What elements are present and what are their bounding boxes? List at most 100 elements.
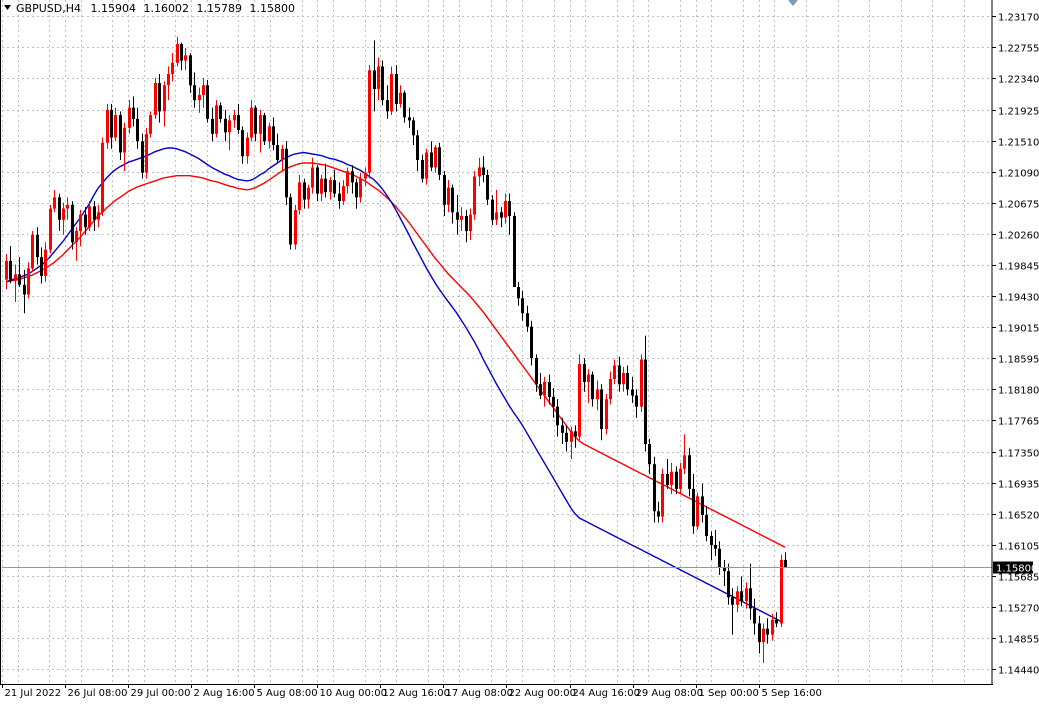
candle: [324, 163, 327, 198]
candle: [578, 354, 581, 441]
ohlc-open: 1.15904: [90, 2, 136, 15]
candle-body: [215, 105, 218, 134]
candle-body: [543, 381, 546, 396]
candle-body: [447, 187, 450, 205]
candle-body: [154, 82, 157, 116]
candle: [381, 60, 384, 106]
candle-body: [228, 120, 231, 133]
candle: [228, 115, 231, 151]
candle-body: [31, 234, 34, 269]
candle: [635, 389, 638, 418]
y-tick-label: 1.16935: [998, 480, 1039, 491]
candle-body: [425, 152, 428, 179]
ohlc-high: 1.16002: [143, 2, 189, 15]
candle: [377, 57, 380, 101]
candle: [500, 207, 503, 228]
x-tick-label: 26 Jul 08:00: [68, 688, 128, 699]
candle: [36, 227, 39, 265]
x-tick-label: 5 Sep 16:00: [762, 688, 822, 699]
candle-body: [526, 313, 529, 327]
candle-body: [44, 249, 47, 276]
x-tick-label: 12 Aug 16:00: [383, 688, 450, 699]
candle: [714, 530, 717, 557]
candle-body: [276, 145, 279, 160]
candle-body: [198, 94, 201, 101]
candle-body: [149, 115, 152, 134]
candle-body: [473, 176, 476, 215]
symbol-menu-icon[interactable]: [4, 5, 11, 10]
candle: [58, 193, 61, 231]
candle-body: [18, 274, 21, 285]
candle-body: [23, 284, 26, 295]
candle-body: [570, 431, 573, 442]
candle: [736, 586, 739, 613]
candle-body: [381, 66, 384, 101]
candle-body: [521, 298, 524, 314]
candle-body: [303, 182, 306, 200]
candle: [460, 207, 463, 231]
candle-body: [386, 100, 389, 112]
candle-body: [718, 548, 721, 568]
candle-body: [171, 62, 174, 75]
candle: [106, 103, 109, 149]
candle-body: [49, 208, 52, 250]
candle: [180, 42, 183, 71]
candle: [443, 171, 446, 217]
candle: [469, 208, 472, 240]
candle: [346, 167, 349, 194]
candle-body: [114, 115, 117, 138]
candle-body: [259, 115, 262, 134]
candle: [250, 100, 253, 142]
candle-body: [316, 167, 319, 194]
candle-body: [364, 172, 367, 179]
candle: [211, 107, 214, 142]
candle: [263, 112, 266, 146]
candle: [233, 109, 236, 128]
candle: [167, 66, 170, 101]
candle-body: [609, 379, 612, 400]
candle: [119, 111, 122, 160]
candle-body: [254, 107, 257, 134]
y-tick-label: 1.17350: [998, 449, 1039, 460]
y-tick-label: 1.21510: [998, 138, 1039, 149]
candle: [570, 426, 573, 459]
candle-body: [132, 107, 135, 119]
candle-body: [333, 180, 336, 194]
candle-body: [753, 608, 756, 624]
candle-body: [206, 85, 209, 119]
candle-body: [530, 326, 533, 359]
price-chart[interactable]: 1.23170 1.22755 1.22340 1.21925 1.21510 1.210…: [0, 0, 1039, 701]
candle-body: [438, 147, 441, 175]
candle: [97, 204, 100, 228]
candle-body: [745, 588, 748, 602]
candle: [355, 178, 358, 209]
candle-body: [412, 120, 415, 136]
candle: [75, 227, 78, 261]
candle-body: [237, 115, 240, 131]
candle-body: [430, 152, 433, 168]
candle: [718, 541, 721, 575]
candle-body: [469, 214, 472, 231]
candle: [749, 563, 752, 620]
candle-body: [75, 230, 78, 243]
candle-body: [289, 197, 292, 245]
candle: [696, 492, 699, 531]
candle-body: [495, 212, 498, 220]
candle-body: [539, 384, 542, 396]
candle-body: [583, 364, 586, 382]
candle: [758, 615, 761, 654]
candle: [215, 100, 218, 138]
candle: [753, 598, 756, 635]
candle: [504, 193, 507, 224]
chart-shift-marker-icon[interactable]: [788, 0, 798, 6]
candle: [202, 77, 205, 108]
candle-body: [390, 74, 393, 112]
candle: [101, 137, 104, 217]
candle-body: [434, 147, 437, 168]
candle-body: [731, 597, 734, 605]
candle-body: [696, 496, 699, 527]
y-tick-label: 1.19015: [998, 324, 1039, 335]
candle-body: [189, 55, 192, 86]
candle-body: [775, 619, 778, 624]
candle: [727, 563, 730, 605]
